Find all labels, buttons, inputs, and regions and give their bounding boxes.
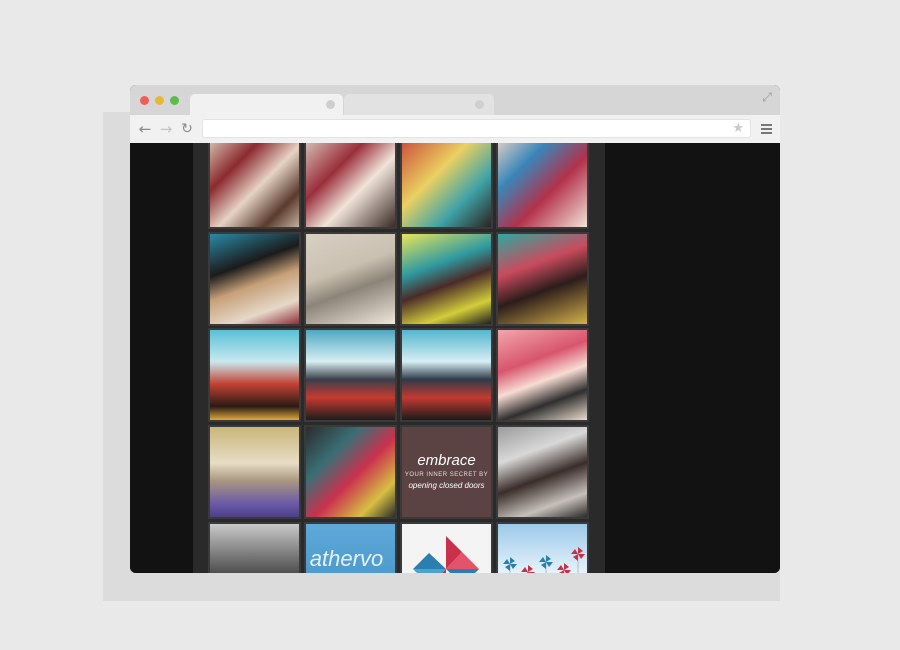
browser-window: ⤢ ← → ↻ ★ embrace YOUR INNER SECRET BY ope… xyxy=(130,85,780,573)
gallery-thumbnail[interactable] xyxy=(306,330,395,420)
tab-close-icon[interactable] xyxy=(475,100,484,109)
thumbnail-caption-title: athervo xyxy=(309,546,384,571)
tab-bar: ⤢ xyxy=(130,85,780,115)
tab-close-icon[interactable] xyxy=(326,100,335,109)
gallery-thumbnail[interactable] xyxy=(498,427,587,517)
pinwheel-icon xyxy=(413,536,479,573)
gallery-thumbnail[interactable] xyxy=(210,427,299,517)
fullscreen-icon[interactable]: ⤢ xyxy=(760,90,774,104)
gallery-thumbnail[interactable]: embrace YOUR INNER SECRET BY opening close… xyxy=(402,427,491,517)
hamburger-menu-icon[interactable] xyxy=(761,124,772,134)
gallery-thumbnail[interactable] xyxy=(402,143,491,227)
gallery-thumbnail[interactable] xyxy=(210,143,299,227)
minimize-window-button[interactable] xyxy=(155,96,164,105)
gallery-thumbnail[interactable] xyxy=(306,234,395,324)
gallery-thumbnail[interactable] xyxy=(498,234,587,324)
gallery-thumbnail[interactable] xyxy=(498,330,587,420)
gallery-thumbnail[interactable] xyxy=(498,524,587,573)
gallery-thumbnail[interactable] xyxy=(402,234,491,324)
pinwheels-illustration xyxy=(503,547,585,573)
browser-toolbar: ← → ↻ ★ xyxy=(130,115,780,144)
thumbnail-caption-tagline: opening closed doors xyxy=(408,481,485,490)
zoom-window-button[interactable] xyxy=(170,96,179,105)
gallery-thumbnail[interactable] xyxy=(402,524,491,573)
gallery-thumbnail[interactable] xyxy=(402,330,491,420)
tab-active[interactable] xyxy=(190,94,343,115)
gallery-thumbnail[interactable] xyxy=(210,524,299,573)
gallery-thumbnail[interactable] xyxy=(306,143,395,227)
address-bar[interactable]: ★ xyxy=(202,119,751,138)
forward-arrow-icon[interactable]: → xyxy=(157,120,175,138)
back-arrow-icon[interactable]: ← xyxy=(136,120,154,138)
page-viewport: embrace YOUR INNER SECRET BY opening close… xyxy=(130,143,780,573)
close-window-button[interactable] xyxy=(140,96,149,105)
thumbnail-caption-subtitle: YOUR INNER SECRET BY xyxy=(404,472,489,478)
reload-icon[interactable]: ↻ xyxy=(178,120,196,138)
gallery-thumbnail[interactable] xyxy=(306,427,395,517)
gallery-thumbnail[interactable] xyxy=(210,234,299,324)
tab-inactive[interactable] xyxy=(344,94,494,115)
thumbnail-caption-title: embrace xyxy=(417,452,476,469)
gallery-thumbnail[interactable] xyxy=(210,330,299,420)
gallery-thumbnail[interactable]: athervo xyxy=(306,524,395,573)
content-column: embrace YOUR INNER SECRET BY opening close… xyxy=(193,143,605,573)
bookmark-star-icon[interactable]: ★ xyxy=(732,120,744,138)
gallery-thumbnail[interactable] xyxy=(498,143,587,227)
